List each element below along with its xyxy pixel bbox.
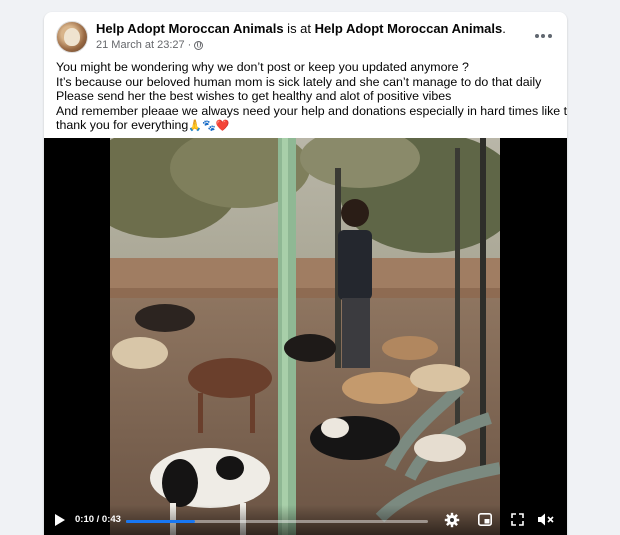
more-dot	[541, 34, 545, 38]
avatar-dog-photo	[64, 28, 80, 46]
post-timestamp[interactable]: 21 March at 23:27	[96, 39, 185, 51]
message-line: It’s because our beloved human mom is si…	[56, 74, 542, 89]
muted-speaker-icon[interactable]	[537, 512, 555, 527]
video-controls-bar: 0:10 / 0:43	[44, 505, 567, 535]
play-icon[interactable]	[55, 514, 65, 526]
meta-separator: ·	[187, 39, 192, 51]
more-dot	[547, 34, 552, 38]
post-meta: 21 March at 23:27 ·	[96, 39, 204, 51]
video-time-display: 0:10 / 0:43	[75, 514, 121, 525]
more-dot	[534, 34, 539, 38]
checkin-connector: is at	[283, 21, 315, 36]
picture-in-picture-icon[interactable]	[478, 513, 492, 526]
message-line-last: thank you for everything🙏🐾❤️	[56, 118, 561, 134]
location-suffix: .	[502, 21, 506, 36]
more-options-icon[interactable]	[531, 24, 555, 48]
video-progress-bar[interactable]	[126, 520, 428, 523]
fullscreen-icon[interactable]	[511, 513, 524, 526]
post-header: Help Adopt Moroccan Animals is at Help A…	[44, 12, 567, 60]
location-link[interactable]: Help Adopt Moroccan Animals	[315, 21, 503, 36]
author-name-link[interactable]: Help Adopt Moroccan Animals	[96, 21, 284, 36]
message-line: You might be wondering why we don’t post…	[56, 60, 469, 74]
gear-icon[interactable]	[444, 512, 460, 528]
video-player[interactable]: 0:10 / 0:43	[44, 138, 567, 535]
post-message: You might be wondering why we don’t post…	[56, 60, 567, 134]
video-progress-fill	[126, 520, 196, 523]
author-line: Help Adopt Moroccan Animals is at Help A…	[96, 21, 506, 36]
page-avatar[interactable]	[56, 21, 88, 53]
video-frame-dogs-shelter	[110, 138, 500, 535]
globe-icon[interactable]	[194, 40, 204, 50]
message-emojis: 🙏🐾❤️	[188, 120, 230, 132]
message-line: And remember pleaae we always need your …	[56, 103, 567, 118]
feed-post: Help Adopt Moroccan Animals is at Help A…	[44, 12, 567, 535]
message-line: Please send her the best wishes to get h…	[56, 89, 452, 103]
message-line: thank you for everything	[56, 118, 189, 132]
